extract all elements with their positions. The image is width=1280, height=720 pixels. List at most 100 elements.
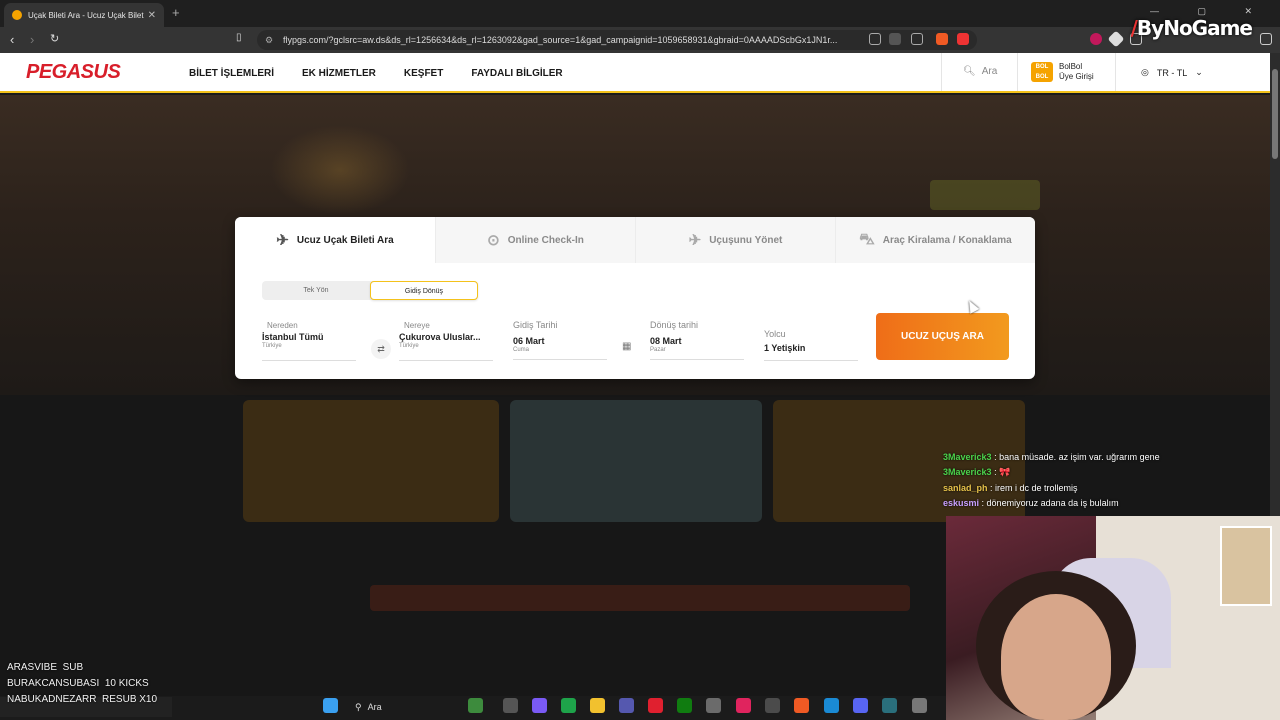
forward-arrow-icon[interactable]: › bbox=[30, 32, 34, 47]
tab-ucuz-ucak-bileti[interactable]: ✈ Ucuz Uçak Bileti Ara bbox=[235, 217, 435, 263]
return-day: Pazar bbox=[650, 347, 666, 353]
promo-card[interactable] bbox=[510, 400, 762, 522]
chat-message: 3Maverick3 : 🎀 bbox=[943, 467, 1011, 477]
streamer-face bbox=[1001, 594, 1111, 720]
bolbol-login[interactable]: BOL BOL BolBol Üye Girişi bbox=[1031, 62, 1094, 82]
pegasus-logo[interactable]: PEGASUS bbox=[26, 61, 121, 84]
departure-value: 06 Mart bbox=[513, 336, 545, 346]
menu-bilet-islemleri[interactable]: BİLET İŞLEMLERİ bbox=[189, 68, 274, 79]
chat-message: sanlad_ph : irem i dc de trollemiş bbox=[943, 483, 1078, 493]
teams-icon[interactable] bbox=[619, 698, 634, 713]
divider bbox=[1017, 53, 1018, 91]
brave-browser-icon[interactable] bbox=[794, 698, 809, 713]
brave-rewards-icon[interactable] bbox=[957, 33, 969, 45]
to-field[interactable]: Nereye Çukurova Uluslar... Türkiye bbox=[399, 321, 493, 361]
obs-icon[interactable] bbox=[912, 698, 927, 713]
pegasus-favicon-icon bbox=[12, 10, 22, 20]
flight-search-widget: ✈ Ucuz Uçak Bileti Ara ⊙ Online Check-In… bbox=[235, 217, 1035, 379]
bolbol-login-label: Üye Girişi bbox=[1059, 72, 1094, 81]
share-icon[interactable] bbox=[911, 33, 923, 45]
wall-poster bbox=[1220, 526, 1272, 606]
chat-message: eskusmi : dönemiyoruz adana da iş bulalı… bbox=[943, 498, 1119, 508]
app-icon[interactable] bbox=[561, 698, 576, 713]
search-icon: 🔍︎ bbox=[963, 66, 976, 77]
from-label: Nereden bbox=[267, 321, 298, 330]
promo-card[interactable] bbox=[243, 400, 499, 522]
trip-round-trip[interactable]: Gidiş Dönüş bbox=[370, 281, 478, 300]
menu-faydali-bilgiler[interactable]: FAYDALI BİLGİLER bbox=[471, 68, 562, 79]
alert-item: ARASVIBE SUB bbox=[7, 662, 84, 673]
stream-chat: 3Maverick3 : bana müsade. az işim var. u… bbox=[943, 452, 1273, 513]
plane-icon: ✈ bbox=[688, 232, 702, 249]
departure-label: Gidiş Tarihi bbox=[513, 320, 558, 330]
location-pin-icon: ⊙ bbox=[487, 232, 500, 249]
reader-icon[interactable] bbox=[889, 33, 901, 45]
menu-ek-hizmetler[interactable]: EK HİZMETLER bbox=[302, 68, 376, 79]
scrollbar-thumb[interactable] bbox=[1272, 69, 1278, 159]
calendar-icon[interactable]: ▦ bbox=[622, 341, 631, 352]
language-label: TR - TL bbox=[1156, 67, 1188, 78]
menu-kesfet[interactable]: KEŞFET bbox=[404, 68, 443, 79]
xbox-icon[interactable] bbox=[677, 698, 692, 713]
task-view-icon[interactable] bbox=[503, 698, 518, 713]
app-icon[interactable] bbox=[882, 698, 897, 713]
copilot-icon[interactable] bbox=[532, 698, 547, 713]
departure-day: Cuma bbox=[513, 347, 530, 353]
back-arrow-icon[interactable]: ‹ bbox=[10, 32, 14, 47]
to-label: Nereye bbox=[404, 321, 430, 330]
currency-icon: ◎ bbox=[1141, 67, 1149, 77]
search-icon: ⚲ bbox=[355, 701, 362, 712]
chevron-down-icon: ⌄ bbox=[1195, 67, 1203, 77]
chat-message: 3Maverick3 : bana müsade. az işim var. u… bbox=[943, 452, 1160, 462]
bolbol-logo-icon: BOL BOL bbox=[1031, 62, 1053, 82]
store-icon[interactable] bbox=[706, 698, 721, 713]
taskbar-search[interactable]: ⚲ Ara bbox=[349, 697, 459, 717]
browser-tab[interactable]: Uçak Bileti Ara - Ucuz Uçak Bileti ✕ bbox=[4, 3, 164, 27]
widget-icon[interactable] bbox=[468, 698, 483, 713]
opera-icon[interactable] bbox=[648, 698, 663, 713]
browser-tabbar: Uçak Bileti Ara - Ucuz Uçak Bileti ✕ + —… bbox=[0, 0, 1280, 27]
stream-brand-logo: /ByNoGame bbox=[1130, 16, 1253, 40]
url-text: flypgs.com/?gclsrc=aw.ds&ds_rl=1256634&d… bbox=[283, 35, 838, 45]
tracking-icon[interactable] bbox=[869, 33, 881, 45]
banner-image bbox=[270, 125, 410, 215]
brave-shield-icon[interactable] bbox=[936, 33, 948, 45]
tab-online-check-in[interactable]: ⊙ Online Check-In bbox=[435, 217, 635, 263]
to-value: Çukurova Uluslar... bbox=[399, 332, 481, 342]
bolbol-title: BolBol bbox=[1059, 62, 1083, 71]
search-flights-button[interactable]: UCUZ UÇUŞ ARA bbox=[876, 313, 1009, 360]
menu-icon[interactable] bbox=[1260, 33, 1272, 45]
trip-one-way[interactable]: Tek Yön bbox=[262, 281, 370, 300]
widget-tabs: ✈ Ucuz Uçak Bileti Ara ⊙ Online Check-In… bbox=[235, 217, 1035, 263]
new-tab-button[interactable]: + bbox=[172, 5, 180, 20]
swap-icon[interactable]: ⇄ bbox=[371, 339, 391, 359]
app-icon[interactable] bbox=[765, 698, 780, 713]
reload-icon[interactable]: ↻ bbox=[50, 32, 59, 45]
header-search[interactable]: 🔍︎ Ara bbox=[963, 66, 997, 77]
from-field[interactable]: Nereden İstanbul Tümü Türkiye bbox=[262, 321, 356, 361]
passenger-field[interactable]: Yolcu 1 Yetişkin bbox=[764, 329, 858, 361]
edge-icon[interactable] bbox=[824, 698, 839, 713]
tab-arac-kiralama[interactable]: ⛍ Araç Kiralama / Konaklama bbox=[835, 217, 1035, 263]
browser-toolbar: ‹ › ↻ ▯ ⚙ flypgs.com/?gclsrc=aw.ds&ds_rl… bbox=[0, 27, 1280, 53]
passenger-label: Yolcu bbox=[764, 329, 786, 339]
windows-start-icon[interactable] bbox=[323, 698, 338, 713]
banner-button bbox=[930, 180, 1040, 210]
divider bbox=[1115, 53, 1116, 91]
from-country: Türkiye bbox=[262, 343, 282, 349]
tab-ucusunu-yonet[interactable]: ✈ Uçuşunu Yönet bbox=[635, 217, 835, 263]
tab-close-icon[interactable]: ✕ bbox=[148, 10, 156, 21]
language-currency-selector[interactable]: ◎ TR - TL ⌄ bbox=[1141, 67, 1203, 78]
file-explorer-icon[interactable] bbox=[590, 698, 605, 713]
site-info-icon[interactable]: ⚙ bbox=[265, 30, 273, 50]
departure-date-field[interactable]: Gidiş Tarihi 06 Mart Cuma bbox=[513, 320, 607, 360]
car-icon: ⛍ bbox=[859, 230, 875, 248]
bookmark-icon[interactable]: ▯ bbox=[236, 32, 242, 43]
extension-icon[interactable] bbox=[1090, 33, 1102, 45]
search-label: Ara bbox=[981, 66, 998, 77]
media-player-icon[interactable] bbox=[736, 698, 751, 713]
return-date-field[interactable]: Dönüş tarihi 08 Mart Pazar bbox=[650, 320, 744, 360]
discord-icon[interactable] bbox=[853, 698, 868, 713]
diamond-icon[interactable] bbox=[1107, 30, 1125, 48]
tab-title: Uçak Bileti Ara - Ucuz Uçak Bileti bbox=[28, 10, 144, 20]
